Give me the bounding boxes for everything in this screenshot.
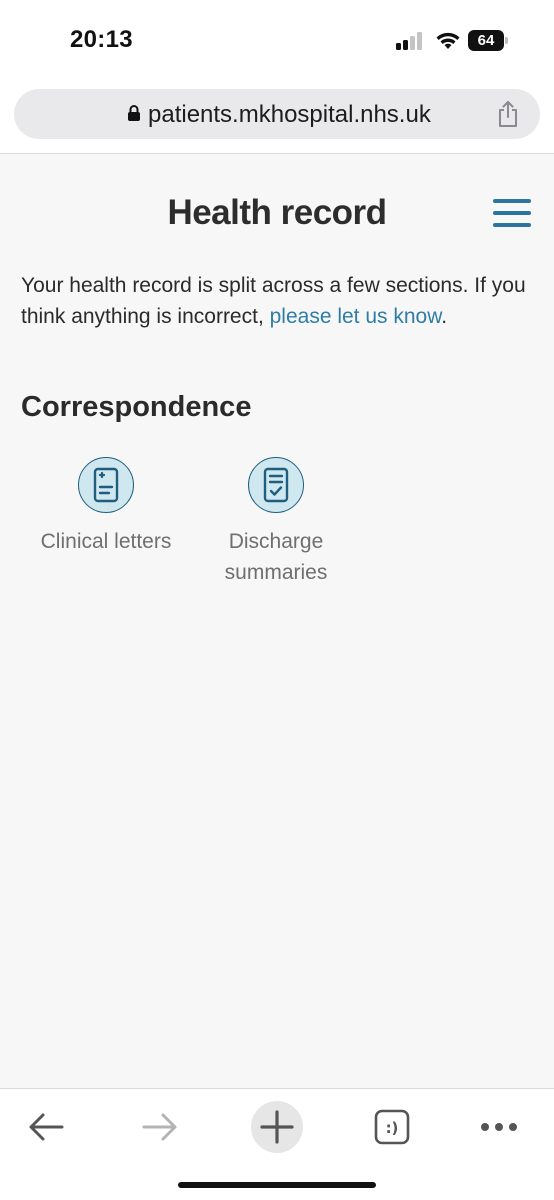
cellular-signal-icon	[396, 32, 426, 50]
discharge-summary-icon	[248, 457, 304, 513]
page-content: Health record Your health record is spli…	[0, 155, 554, 1088]
new-tab-button[interactable]	[251, 1101, 303, 1153]
tab-switcher-icon: :)	[374, 1109, 410, 1145]
address-bar[interactable]: patients.mkhospital.nhs.uk	[14, 89, 540, 139]
back-button[interactable]	[20, 1101, 72, 1153]
clinical-letter-icon	[78, 457, 134, 513]
browser-toolbar: :)	[0, 1088, 554, 1200]
discharge-summaries-tile[interactable]: Discharge summaries	[191, 457, 361, 588]
plus-icon	[260, 1110, 294, 1144]
back-arrow-icon	[29, 1113, 64, 1141]
share-icon[interactable]	[496, 100, 520, 128]
status-time: 20:13	[70, 26, 133, 53]
wifi-icon	[436, 32, 460, 49]
tile-label-discharge-summaries: Discharge summaries	[224, 530, 328, 584]
tab-switcher-button[interactable]: :)	[366, 1101, 418, 1153]
page-title: Health record	[167, 193, 387, 232]
battery-level: 64	[477, 32, 495, 49]
section-heading-correspondence: Correspondence	[21, 391, 252, 423]
hamburger-menu-icon[interactable]	[493, 199, 531, 227]
intro-end: .	[441, 305, 448, 328]
status-bar: 20:13 64	[0, 0, 554, 80]
more-button[interactable]	[473, 1101, 525, 1153]
tab-switcher-glyph: :)	[386, 1119, 399, 1137]
browser-top-bar: patients.mkhospital.nhs.uk	[0, 80, 554, 154]
url-text[interactable]: patients.mkhospital.nhs.uk	[148, 101, 431, 129]
forward-arrow-icon	[142, 1113, 177, 1141]
feedback-link[interactable]: please let us know	[270, 305, 442, 328]
home-indicator[interactable]	[178, 1182, 376, 1188]
battery-icon: 64	[468, 30, 508, 51]
clinical-letters-tile[interactable]: Clinical letters	[21, 457, 191, 557]
lock-icon	[128, 105, 140, 121]
tile-label-clinical-letters: Clinical letters	[40, 530, 172, 553]
intro-paragraph: Your health record is split across a few…	[21, 270, 536, 332]
more-icon	[481, 1123, 517, 1131]
forward-button[interactable]	[134, 1101, 186, 1153]
